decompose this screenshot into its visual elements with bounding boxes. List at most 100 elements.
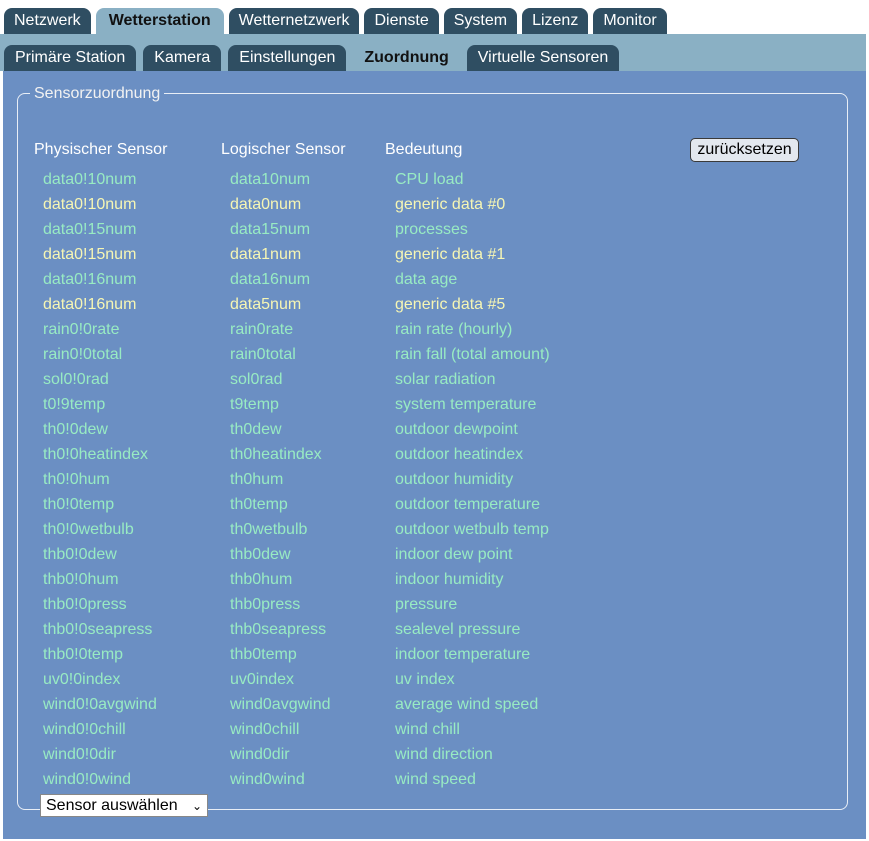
meaning-cell: CPU load: [395, 171, 464, 188]
mapping-row[interactable]: thb0!0dew thb0dew indoor dew point: [18, 542, 847, 567]
tab-virtuelle-sensoren[interactable]: Virtuelle Sensoren: [466, 45, 620, 71]
meaning-cell: generic data #5: [395, 296, 506, 313]
logical-sensor-cell: thb0hum: [230, 571, 293, 588]
physical-sensor-cell: data0!15num: [43, 221, 137, 238]
chevron-down-icon: ⌄: [191, 799, 202, 813]
physical-sensor-cell: data0!10num: [43, 196, 137, 213]
mapping-row[interactable]: data0!16num data16num data age: [18, 267, 847, 292]
meaning-cell: solar radiation: [395, 371, 496, 388]
sensor-mapping-fieldset: Sensorzuordnung Physischer Sensor Logisc…: [17, 84, 848, 817]
physical-sensor-cell: sol0!0rad: [43, 371, 109, 388]
logical-sensor-cell: thb0seapress: [230, 621, 327, 638]
mapping-row[interactable]: rain0!0rate rain0rate rain rate (hourly): [18, 317, 847, 342]
physical-sensor-cell: thb0!0temp: [43, 646, 124, 663]
main-tab-bar: Netzwerk Wetterstation Wetternetzwerk Di…: [4, 8, 667, 34]
meaning-cell: outdoor wetbulb temp: [395, 521, 549, 538]
tab-einstellungen[interactable]: Einstellungen: [228, 45, 347, 71]
meaning-cell: average wind speed: [395, 696, 539, 713]
tab-system[interactable]: System: [443, 8, 518, 34]
mapping-row[interactable]: data0!10num data10num CPU load: [18, 167, 847, 192]
tab-zuordnung[interactable]: Zuordnung: [353, 45, 460, 71]
mapping-row[interactable]: uv0!0index uv0index uv index: [18, 667, 847, 692]
logical-sensor-cell: t9temp: [230, 396, 279, 413]
logical-sensor-cell: thb0temp: [230, 646, 297, 663]
meaning-cell: rain rate (hourly): [395, 321, 513, 338]
physical-sensor-cell: uv0!0index: [43, 671, 121, 688]
mapping-row[interactable]: t0!9temp t9temp system temperature: [18, 392, 847, 417]
physical-sensor-cell: th0!0heatindex: [43, 446, 148, 463]
sensor-select-label: Sensor auswählen: [46, 797, 178, 814]
meaning-cell: wind speed: [395, 771, 476, 788]
mapping-row[interactable]: data0!15num data15num processes: [18, 217, 847, 242]
tab-kamera[interactable]: Kamera: [143, 45, 222, 71]
meaning-cell: indoor dew point: [395, 546, 513, 563]
physical-sensor-cell: rain0!0total: [43, 346, 123, 363]
mapping-row[interactable]: wind0!0wind wind0wind wind speed: [18, 767, 847, 792]
mapping-row[interactable]: data0!15num data1num generic data #1: [18, 242, 847, 267]
logical-sensor-cell: data1num: [230, 246, 302, 263]
mapping-row[interactable]: th0!0dew th0dew outdoor dewpoint: [18, 417, 847, 442]
mapping-row[interactable]: data0!10num data0num generic data #0: [18, 192, 847, 217]
tab-primaere-station[interactable]: Primäre Station: [4, 45, 137, 71]
header-meaning: Bedeutung: [385, 141, 463, 158]
mapping-row[interactable]: data0!16num data5num generic data #5: [18, 292, 847, 317]
logical-sensor-cell: data5num: [230, 296, 302, 313]
reset-button[interactable]: zurücksetzen: [690, 138, 799, 162]
logical-sensor-cell: th0heatindex: [230, 446, 322, 463]
logical-sensor-cell: data15num: [230, 221, 311, 238]
mapping-row[interactable]: sol0!0rad sol0rad solar radiation: [18, 367, 847, 392]
meaning-cell: outdoor temperature: [395, 496, 540, 513]
fieldset-legend: Sensorzuordnung: [30, 84, 165, 103]
physical-sensor-cell: wind0!0chill: [43, 721, 126, 738]
meaning-cell: processes: [395, 221, 468, 238]
physical-sensor-cell: t0!9temp: [43, 396, 106, 413]
logical-sensor-cell: thb0press: [230, 596, 301, 613]
meaning-cell: generic data #1: [395, 246, 506, 263]
physical-sensor-cell: wind0!0wind: [43, 771, 132, 788]
tab-dienste[interactable]: Dienste: [364, 8, 439, 34]
meaning-cell: indoor temperature: [395, 646, 531, 663]
mapping-row[interactable]: th0!0heatindex th0heatindex outdoor heatin…: [18, 442, 847, 467]
physical-sensor-cell: th0!0hum: [43, 471, 110, 488]
meaning-cell: wind direction: [395, 746, 493, 763]
meaning-cell: indoor humidity: [395, 571, 504, 588]
mapping-row[interactable]: wind0!0avgwind wind0avgwind average wind s…: [18, 692, 847, 717]
physical-sensor-cell: th0!0dew: [43, 421, 108, 438]
mapping-row[interactable]: th0!0hum th0hum outdoor humidity: [18, 467, 847, 492]
physical-sensor-cell: wind0!0avgwind: [43, 696, 157, 713]
mapping-row[interactable]: wind0!0chill wind0chill wind chill: [18, 717, 847, 742]
logical-sensor-cell: data10num: [230, 171, 311, 188]
header-logical-sensor: Logischer Sensor: [221, 141, 346, 158]
mapping-row[interactable]: rain0!0total rain0total rain fall (total a…: [18, 342, 847, 367]
content-panel: Sensorzuordnung Physischer Sensor Logisc…: [3, 71, 866, 839]
logical-sensor-cell: uv0index: [230, 671, 295, 688]
logical-sensor-cell: rain0rate: [230, 321, 294, 338]
physical-sensor-cell: rain0!0rate: [43, 321, 120, 338]
mapping-row[interactable]: thb0!0press thb0press pressure: [18, 592, 847, 617]
mapping-row[interactable]: th0!0wetbulb th0wetbulb outdoor wetbulb te…: [18, 517, 847, 542]
tab-monitor[interactable]: Monitor: [593, 8, 667, 34]
meaning-cell: data age: [395, 271, 458, 288]
logical-sensor-cell: wind0wind: [230, 771, 305, 788]
tab-wetternetzwerk[interactable]: Wetternetzwerk: [228, 8, 360, 34]
mapping-row[interactable]: th0!0temp th0temp outdoor temperature: [18, 492, 847, 517]
meaning-cell: sealevel pressure: [395, 621, 521, 638]
header-physical-sensor: Physischer Sensor: [34, 141, 168, 158]
physical-sensor-cell: data0!16num: [43, 271, 137, 288]
mapping-row[interactable]: thb0!0seapress thb0seapress sealevel press…: [18, 617, 847, 642]
tab-netzwerk[interactable]: Netzwerk: [4, 8, 91, 34]
sensor-select-dropdown[interactable]: Sensor auswählen ⌄: [40, 794, 208, 817]
meaning-cell: outdoor dewpoint: [395, 421, 518, 438]
logical-sensor-cell: data0num: [230, 196, 302, 213]
logical-sensor-cell: wind0avgwind: [230, 696, 331, 713]
mapping-row[interactable]: thb0!0hum thb0hum indoor humidity: [18, 567, 847, 592]
mapping-row[interactable]: thb0!0temp thb0temp indoor temperature: [18, 642, 847, 667]
meaning-cell: outdoor heatindex: [395, 446, 524, 463]
tab-lizenz[interactable]: Lizenz: [522, 8, 589, 34]
meaning-cell: system temperature: [395, 396, 537, 413]
tab-wetterstation[interactable]: Wetterstation: [95, 8, 224, 34]
logical-sensor-cell: wind0dir: [230, 746, 290, 763]
physical-sensor-cell: thb0!0dew: [43, 546, 117, 563]
mapping-row[interactable]: wind0!0dir wind0dir wind direction: [18, 742, 847, 767]
sub-tab-bar: Primäre Station Kamera Einstellungen Zuo…: [4, 45, 620, 71]
